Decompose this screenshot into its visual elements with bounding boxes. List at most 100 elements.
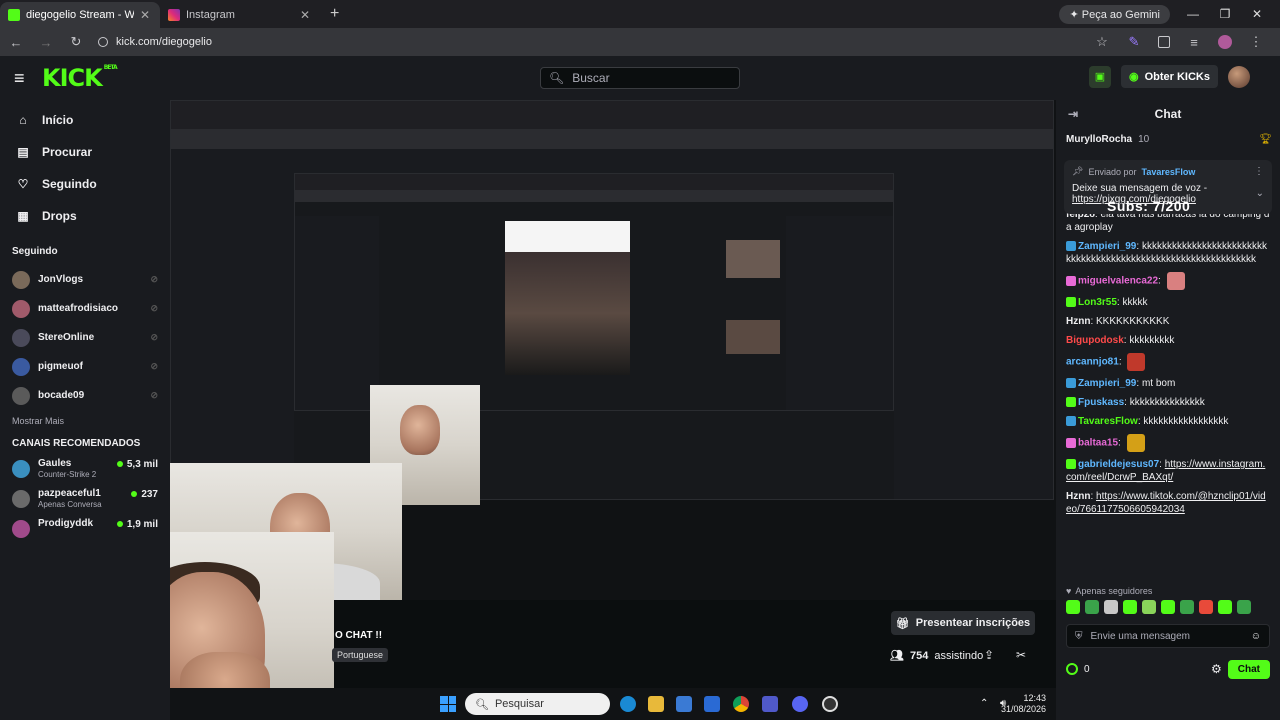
pen-icon[interactable]: ✎: [1126, 34, 1142, 50]
emote[interactable]: [1237, 600, 1251, 614]
chat-username[interactable]: baltaa15: [1078, 438, 1118, 449]
windows-start-icon[interactable]: [440, 696, 456, 712]
profile-avatar[interactable]: [1218, 35, 1232, 49]
search-input[interactable]: 🔍︎ Buscar: [540, 67, 740, 89]
chat-username[interactable]: arcannjo81: [1066, 357, 1119, 368]
sidebar-item-seguindo[interactable]: ♡ Seguindo: [0, 168, 170, 200]
stream-video[interactable]: [170, 100, 1056, 600]
chat-message[interactable]: Bigupodosk: kkkkkkkkk: [1066, 334, 1270, 347]
tab-instagram[interactable]: Instagram ✕: [160, 2, 320, 28]
emote[interactable]: [1123, 600, 1137, 614]
reload-icon[interactable]: ↻: [68, 34, 84, 50]
close-icon[interactable]: ✕: [140, 8, 150, 22]
chat-link[interactable]: https://www.tiktok.com/@hznclip01/video/…: [1066, 491, 1266, 515]
following-channel[interactable]: JonVlogs ⊘: [0, 265, 170, 294]
following-channel[interactable]: pigmeuof ⊘: [0, 352, 170, 381]
pin-menu-icon[interactable]: ⋮: [1254, 166, 1264, 177]
emote[interactable]: [1085, 600, 1099, 614]
taskbar-search[interactable]: 🔍︎ Pesquisar: [465, 693, 610, 715]
chat-message[interactable]: Hznn: https://www.tiktok.com/@hznclip01/…: [1066, 490, 1270, 516]
window-close-icon[interactable]: ✕: [1248, 7, 1266, 21]
chat-username[interactable]: Hznn: [1066, 491, 1090, 502]
sidebar-item-drops[interactable]: ▦ Drops: [0, 200, 170, 232]
taskbar-clock[interactable]: 12:43 31/08/2026: [1001, 693, 1046, 715]
language-tag[interactable]: Portuguese: [332, 648, 389, 662]
chat-username[interactable]: Lon3r55: [1078, 297, 1117, 308]
edge-icon[interactable]: [620, 696, 636, 712]
gear-icon[interactable]: ⚙: [1211, 662, 1222, 676]
chat-username[interactable]: Zampieri_99: [1078, 241, 1136, 252]
chat-message[interactable]: Zampieri_99: kkkkkkkkkkkkkkkkkkkkkkkkkkk…: [1066, 240, 1270, 266]
chat-message[interactable]: baltaa15:: [1066, 434, 1270, 452]
emote[interactable]: [1180, 600, 1194, 614]
close-icon[interactable]: ✕: [300, 8, 310, 22]
chat-username[interactable]: miguelvalenca22: [1078, 276, 1158, 287]
new-tab-button[interactable]: +: [320, 5, 349, 23]
gemini-button[interactable]: ✦ Peça ao Gemini: [1059, 4, 1170, 24]
chat-message[interactable]: arcannjo81:: [1066, 353, 1270, 371]
emote[interactable]: [1142, 600, 1156, 614]
sidebar-item-inicio[interactable]: ⌂ Início: [0, 104, 170, 136]
reading-list-icon[interactable]: ≡: [1186, 35, 1202, 50]
chat-username[interactable]: gabrieldejesus07: [1078, 459, 1159, 470]
discord-icon[interactable]: [792, 696, 808, 712]
chat-message-input[interactable]: ⛨ Envie uma mensagem ☺: [1066, 624, 1270, 648]
chat-message[interactable]: Lon3r55: kkkkk: [1066, 296, 1270, 309]
recommended-channel[interactable]: pazpeaceful1 Apenas Conversa 237: [0, 485, 170, 515]
maximize-icon[interactable]: ❐: [1216, 7, 1234, 21]
user-avatar[interactable]: [1228, 65, 1250, 88]
emote[interactable]: [1104, 600, 1118, 614]
following-channel[interactable]: StereOnline ⊘: [0, 323, 170, 352]
clip-icon[interactable]: ✂: [1016, 648, 1026, 662]
recommended-channel[interactable]: Prodigyddk 1,9 mil: [0, 515, 170, 545]
minimize-icon[interactable]: —: [1184, 7, 1202, 21]
kick-logo[interactable]: KICK BETA: [42, 64, 118, 92]
chat-username[interactable]: Bigupodosk: [1066, 335, 1124, 346]
chrome-icon[interactable]: [733, 696, 749, 712]
chat-message[interactable]: Zampieri_99: mt bom: [1066, 377, 1270, 390]
bookmark-star-icon[interactable]: ☆: [1094, 34, 1110, 50]
chat-message[interactable]: TavaresFlow: kkkkkkkkkkkkkkkkk: [1066, 415, 1270, 428]
forward-icon[interactable]: →: [38, 35, 54, 50]
chat-identity-icon[interactable]: ⛨: [1075, 631, 1083, 642]
emote[interactable]: [1218, 600, 1232, 614]
teams-icon[interactable]: [762, 696, 778, 712]
chat-username[interactable]: TavaresFlow: [1078, 416, 1138, 427]
tray-chevron-icon[interactable]: ⌃: [980, 698, 988, 709]
chat-message[interactable]: gabrieldejesus07: https://www.instagram.…: [1066, 458, 1270, 484]
obs-icon[interactable]: [822, 696, 838, 712]
emote[interactable]: [1161, 600, 1175, 614]
site-info-icon[interactable]: [98, 37, 108, 47]
back-icon[interactable]: ←: [8, 35, 24, 50]
emote[interactable]: [1066, 600, 1080, 614]
send-chat-button[interactable]: Chat: [1227, 659, 1270, 679]
gift-subs-button[interactable]: 🎁︎ Presentear inscrições: [891, 611, 1035, 635]
hamburger-icon[interactable]: ≡: [14, 68, 34, 89]
menu-icon[interactable]: ⋮: [1248, 34, 1264, 50]
store-icon[interactable]: [676, 696, 692, 712]
streamer-dashboard-icon[interactable]: ▣: [1088, 65, 1111, 88]
get-kicks-button[interactable]: ◉ Obter KICKs: [1120, 65, 1218, 88]
chat-message[interactable]: Hznn: KKKKKKKKKKK: [1066, 315, 1270, 328]
recommended-channel[interactable]: Gaules Counter-Strike 2 5,3 mil: [0, 455, 170, 485]
tab-kick-stream[interactable]: diegogelio Stream - Watch Live ✕: [0, 2, 160, 28]
chevron-down-icon[interactable]: ⌄: [1256, 188, 1264, 199]
following-channel[interactable]: bocade09 ⊘: [0, 381, 170, 410]
extensions-icon[interactable]: [1158, 36, 1170, 48]
show-more-link[interactable]: Mostrar Mais: [0, 410, 170, 434]
chat-username[interactable]: Fpuskass: [1078, 397, 1124, 408]
emoji-icon[interactable]: ☺: [1251, 631, 1261, 642]
emote[interactable]: [1199, 600, 1213, 614]
chat-username[interactable]: Zampieri_99: [1078, 378, 1136, 389]
following-channel[interactable]: matteafrodisiaco ⊘: [0, 294, 170, 323]
folder-icon[interactable]: [648, 696, 664, 712]
url-field[interactable]: kick.com/diegogelio: [98, 36, 212, 48]
trophy-icon[interactable]: 🏆︎: [1259, 134, 1272, 145]
chat-message[interactable]: miguelvalenca22:: [1066, 272, 1270, 290]
collapse-chat-icon[interactable]: ⇥: [1068, 107, 1078, 121]
share-icon[interactable]: ⇪: [984, 648, 994, 662]
app-icon[interactable]: [704, 696, 720, 712]
sidebar-item-procurar[interactable]: ▤ Procurar: [0, 136, 170, 168]
chat-message[interactable]: Fpuskass: kkkkkkkkkkkkkkk: [1066, 396, 1270, 409]
chat-username[interactable]: Hznn: [1066, 316, 1090, 327]
